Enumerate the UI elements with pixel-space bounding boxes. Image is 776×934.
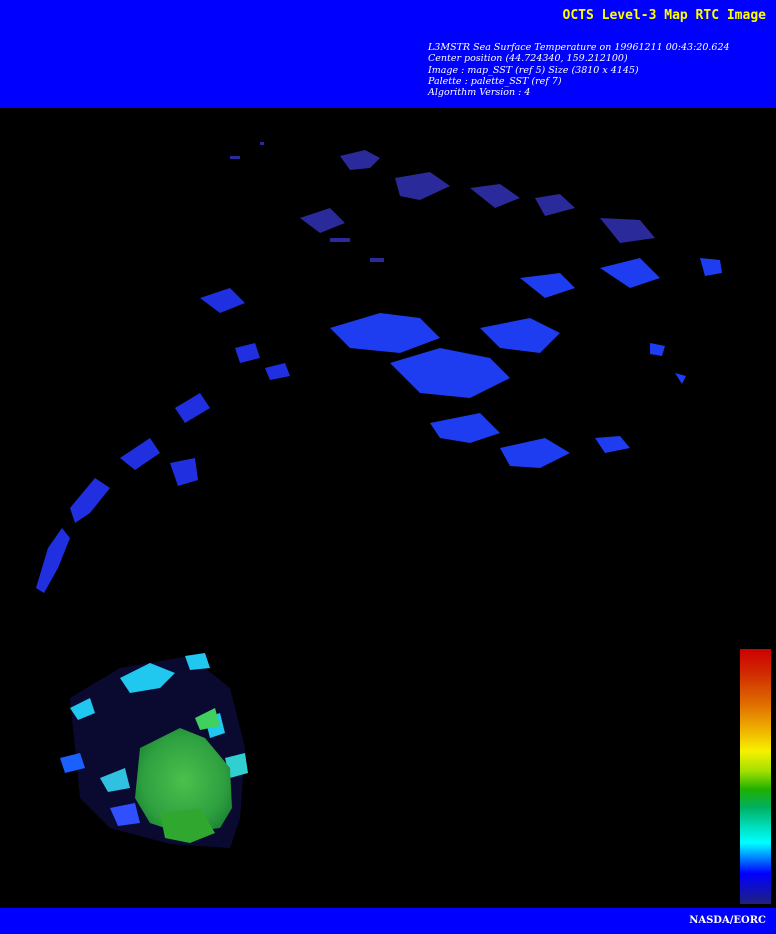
meta-line-palette: Palette : palette_SST (ref 7) xyxy=(428,75,562,87)
swath-north-bright xyxy=(330,258,722,468)
sst-color-legend-bar xyxy=(740,649,771,904)
sst-map-image xyxy=(0,108,776,908)
swath-west-arc xyxy=(36,288,290,593)
sst-map-graphic xyxy=(36,142,722,848)
swath-north xyxy=(230,142,655,262)
swath-south-patch xyxy=(60,653,248,848)
meta-line-product: L3MSTR Sea Surface Temperature on 199612… xyxy=(428,42,730,53)
footer-banner: NASDA/EORC xyxy=(0,908,776,934)
header-banner: OCTS Level-3 Map RTC Image L3MSTR Sea Su… xyxy=(0,0,776,108)
image-title: OCTS Level-3 Map RTC Image xyxy=(562,8,767,23)
meta-line-image: Image : map_SST (ref 5) Size (3810 x 414… xyxy=(428,64,639,76)
meta-line-algorithm: Algorithm Version : 4 xyxy=(428,87,531,99)
meta-line-center: Center position (44.724340, 159.212100) xyxy=(428,53,628,65)
metadata-block: L3MSTR Sea Surface Temperature on 199612… xyxy=(428,42,730,98)
credit-label: NASDA/EORC xyxy=(689,915,766,926)
